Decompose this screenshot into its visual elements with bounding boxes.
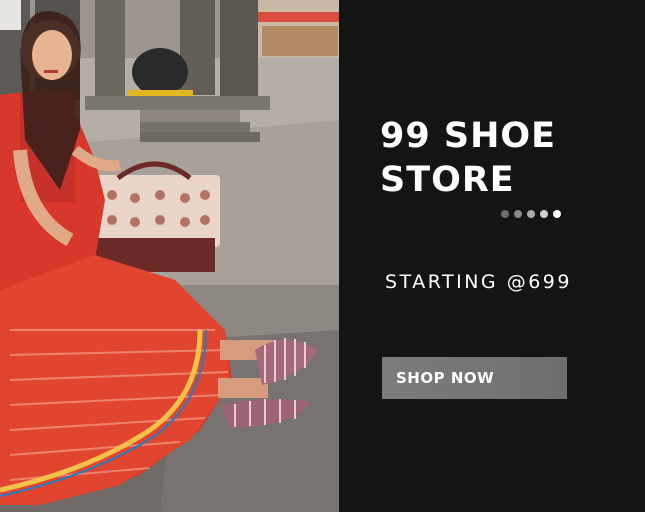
- promo-panel: 99 SHOE STORE STARTING @699 SHOP NOW: [339, 0, 645, 512]
- photo-icon: [0, 0, 339, 512]
- store-title: 99 SHOE STORE: [380, 114, 556, 202]
- price-subtitle: STARTING @699: [385, 271, 572, 293]
- carousel-dot[interactable]: [527, 210, 535, 218]
- store-title-line1: 99 SHOE: [380, 116, 557, 156]
- carousel-dot[interactable]: [540, 210, 548, 218]
- carousel-dot[interactable]: [501, 210, 509, 218]
- store-title-line2: STORE: [380, 160, 515, 200]
- product-photo: [0, 0, 339, 512]
- shop-now-button[interactable]: SHOP NOW: [382, 357, 567, 399]
- promo-banner: 99 SHOE STORE STARTING @699 SHOP NOW: [0, 0, 645, 512]
- carousel-dot-active[interactable]: [553, 210, 561, 218]
- carousel-dot[interactable]: [514, 210, 522, 218]
- carousel-indicator: [501, 210, 561, 218]
